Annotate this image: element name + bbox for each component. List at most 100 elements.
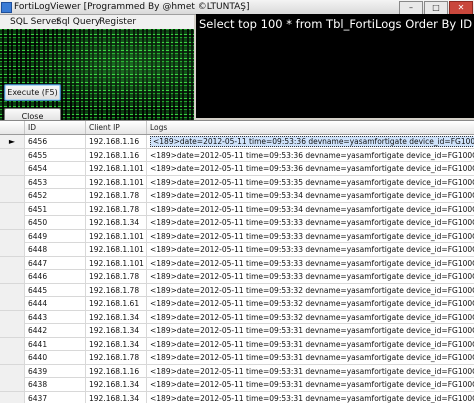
- table-row[interactable]: 6448192.168.1.101<189>date=2012-05-11 ti…: [0, 243, 474, 257]
- column-header-logs[interactable]: Logs: [147, 121, 474, 134]
- column-header-id[interactable]: ID: [25, 121, 86, 134]
- cell-id[interactable]: 6454: [25, 162, 86, 175]
- cell-log[interactable]: <189>date=2012-05-11 time=09:53:35 devna…: [147, 176, 474, 189]
- row-selector[interactable]: [0, 284, 25, 297]
- column-header-client-ip[interactable]: Client IP: [86, 121, 147, 134]
- close-button[interactable]: Close: [4, 108, 61, 120]
- cell-id[interactable]: 6442: [25, 324, 86, 337]
- row-selector[interactable]: [0, 392, 25, 403]
- table-row[interactable]: 6437192.168.1.34<189>date=2012-05-11 tim…: [0, 392, 474, 403]
- row-selector[interactable]: [0, 311, 25, 324]
- maximize-button[interactable]: □: [424, 1, 448, 15]
- cell-client-ip[interactable]: 192.168.1.78: [86, 189, 147, 202]
- row-selector[interactable]: [0, 162, 25, 175]
- cell-client-ip[interactable]: 192.168.1.61: [86, 297, 147, 310]
- row-selector[interactable]: [0, 378, 25, 391]
- cell-log[interactable]: <189>date=2012-05-11 time=09:53:34 devna…: [147, 189, 474, 202]
- results-grid[interactable]: ID Client IP Logs ►6456192.168.1.16<189>…: [0, 120, 474, 403]
- table-row[interactable]: 6446192.168.1.78<189>date=2012-05-11 tim…: [0, 270, 474, 284]
- row-selector[interactable]: [0, 257, 25, 270]
- cell-client-ip[interactable]: 192.168.1.78: [86, 351, 147, 364]
- table-row[interactable]: 6455192.168.1.16<189>date=2012-05-11 tim…: [0, 149, 474, 163]
- row-selector[interactable]: [0, 230, 25, 243]
- cell-client-ip[interactable]: 192.168.1.16: [86, 135, 147, 148]
- cell-id[interactable]: 6450: [25, 216, 86, 229]
- cell-log[interactable]: <189>date=2012-05-11 time=09:53:32 devna…: [147, 311, 474, 324]
- cell-log[interactable]: <189>date=2012-05-11 time=09:53:33 devna…: [147, 270, 474, 283]
- cell-id[interactable]: 6447: [25, 257, 86, 270]
- row-selector[interactable]: [0, 365, 25, 378]
- row-selector[interactable]: [0, 351, 25, 364]
- table-row[interactable]: 6444192.168.1.61<189>date=2012-05-11 tim…: [0, 297, 474, 311]
- cell-client-ip[interactable]: 192.168.1.78: [86, 203, 147, 216]
- table-row[interactable]: 6442192.168.1.34<189>date=2012-05-11 tim…: [0, 324, 474, 338]
- cell-log[interactable]: <189>date=2012-05-11 time=09:53:34 devna…: [147, 203, 474, 216]
- cell-id[interactable]: 6449: [25, 230, 86, 243]
- cell-client-ip[interactable]: 192.168.1.34: [86, 324, 147, 337]
- cell-client-ip[interactable]: 192.168.1.34: [86, 216, 147, 229]
- row-selector[interactable]: [0, 324, 25, 337]
- table-row[interactable]: 6453192.168.1.101<189>date=2012-05-11 ti…: [0, 176, 474, 190]
- cell-log[interactable]: <189>date=2012-05-11 time=09:53:31 devna…: [147, 392, 474, 403]
- table-row[interactable]: 6452192.168.1.78<189>date=2012-05-11 tim…: [0, 189, 474, 203]
- cell-id[interactable]: 6456: [25, 135, 86, 148]
- cell-log[interactable]: <189>date=2012-05-11 time=09:53:31 devna…: [147, 324, 474, 337]
- table-row[interactable]: 6440192.168.1.78<189>date=2012-05-11 tim…: [0, 351, 474, 365]
- table-row[interactable]: ►6456192.168.1.16<189>date=2012-05-11 ti…: [0, 135, 474, 149]
- table-row[interactable]: 6450192.168.1.34<189>date=2012-05-11 tim…: [0, 216, 474, 230]
- menu-item-sql-server[interactable]: SQL Server: [10, 15, 60, 29]
- minimize-button[interactable]: –: [399, 1, 423, 15]
- table-row[interactable]: 6454192.168.1.101<189>date=2012-05-11 ti…: [0, 162, 474, 176]
- cell-id[interactable]: 6443: [25, 311, 86, 324]
- cell-client-ip[interactable]: 192.168.1.34: [86, 392, 147, 403]
- cell-id[interactable]: 6448: [25, 243, 86, 256]
- cell-id[interactable]: 6444: [25, 297, 86, 310]
- row-selector[interactable]: [0, 243, 25, 256]
- cell-log[interactable]: <189>date=2012-05-11 time=09:53:33 devna…: [147, 257, 474, 270]
- cell-id[interactable]: 6438: [25, 378, 86, 391]
- cell-log[interactable]: <189>date=2012-05-11 time=09:53:33 devna…: [147, 243, 474, 256]
- table-row[interactable]: 6451192.168.1.78<189>date=2012-05-11 tim…: [0, 203, 474, 217]
- close-window-button[interactable]: ✕: [449, 1, 473, 15]
- cell-client-ip[interactable]: 192.168.1.101: [86, 162, 147, 175]
- cell-log[interactable]: <189>date=2012-05-11 time=09:53:32 devna…: [147, 284, 474, 297]
- row-selector[interactable]: [0, 297, 25, 310]
- cell-client-ip[interactable]: 192.168.1.16: [86, 365, 147, 378]
- cell-client-ip[interactable]: 192.168.1.101: [86, 257, 147, 270]
- cell-client-ip[interactable]: 192.168.1.101: [86, 230, 147, 243]
- cell-log[interactable]: <189>date=2012-05-11 time=09:53:36 devna…: [147, 149, 474, 162]
- row-selector[interactable]: [0, 216, 25, 229]
- cell-log[interactable]: <189>date=2012-05-11 time=09:53:31 devna…: [147, 338, 474, 351]
- execute-button[interactable]: Execute (F5): [4, 84, 61, 101]
- cell-id[interactable]: 6453: [25, 176, 86, 189]
- table-row[interactable]: 6439192.168.1.16<189>date=2012-05-11 tim…: [0, 365, 474, 379]
- menu-item-register[interactable]: Register: [99, 15, 136, 29]
- cell-client-ip[interactable]: 192.168.1.101: [86, 243, 147, 256]
- row-selector[interactable]: ►: [0, 135, 25, 148]
- cell-client-ip[interactable]: 192.168.1.34: [86, 338, 147, 351]
- cell-log[interactable]: <189>date=2012-05-11 time=09:53:33 devna…: [147, 230, 474, 243]
- cell-id[interactable]: 6445: [25, 284, 86, 297]
- row-selector[interactable]: [0, 149, 25, 162]
- cell-log[interactable]: <189>date=2012-05-11 time=09:53:31 devna…: [147, 378, 474, 391]
- row-selector[interactable]: [0, 189, 25, 202]
- cell-id[interactable]: 6452: [25, 189, 86, 202]
- cell-id[interactable]: 6437: [25, 392, 86, 403]
- menu-item-sql-query[interactable]: Sql Query: [56, 15, 100, 29]
- cell-log[interactable]: <189>date=2012-05-11 time=09:53:31 devna…: [147, 351, 474, 364]
- cell-id[interactable]: 6440: [25, 351, 86, 364]
- cell-client-ip[interactable]: 192.168.1.78: [86, 284, 147, 297]
- cell-id[interactable]: 6455: [25, 149, 86, 162]
- cell-id[interactable]: 6439: [25, 365, 86, 378]
- cell-log[interactable]: <189>date=2012-05-11 time=09:53:31 devna…: [147, 365, 474, 378]
- cell-log[interactable]: <189>date=2012-05-11 time=09:53:36 devna…: [147, 162, 474, 175]
- table-row[interactable]: 6438192.168.1.34<189>date=2012-05-11 tim…: [0, 378, 474, 392]
- row-selector[interactable]: [0, 338, 25, 351]
- cell-id[interactable]: 6451: [25, 203, 86, 216]
- table-row[interactable]: 6443192.168.1.34<189>date=2012-05-11 tim…: [0, 311, 474, 325]
- cell-log[interactable]: <189>date=2012-05-11 time=09:53:36 devna…: [147, 135, 474, 148]
- table-row[interactable]: 6445192.168.1.78<189>date=2012-05-11 tim…: [0, 284, 474, 298]
- table-row[interactable]: 6447192.168.1.101<189>date=2012-05-11 ti…: [0, 257, 474, 271]
- cell-log[interactable]: <189>date=2012-05-11 time=09:53:33 devna…: [147, 216, 474, 229]
- cell-client-ip[interactable]: 192.168.1.34: [86, 378, 147, 391]
